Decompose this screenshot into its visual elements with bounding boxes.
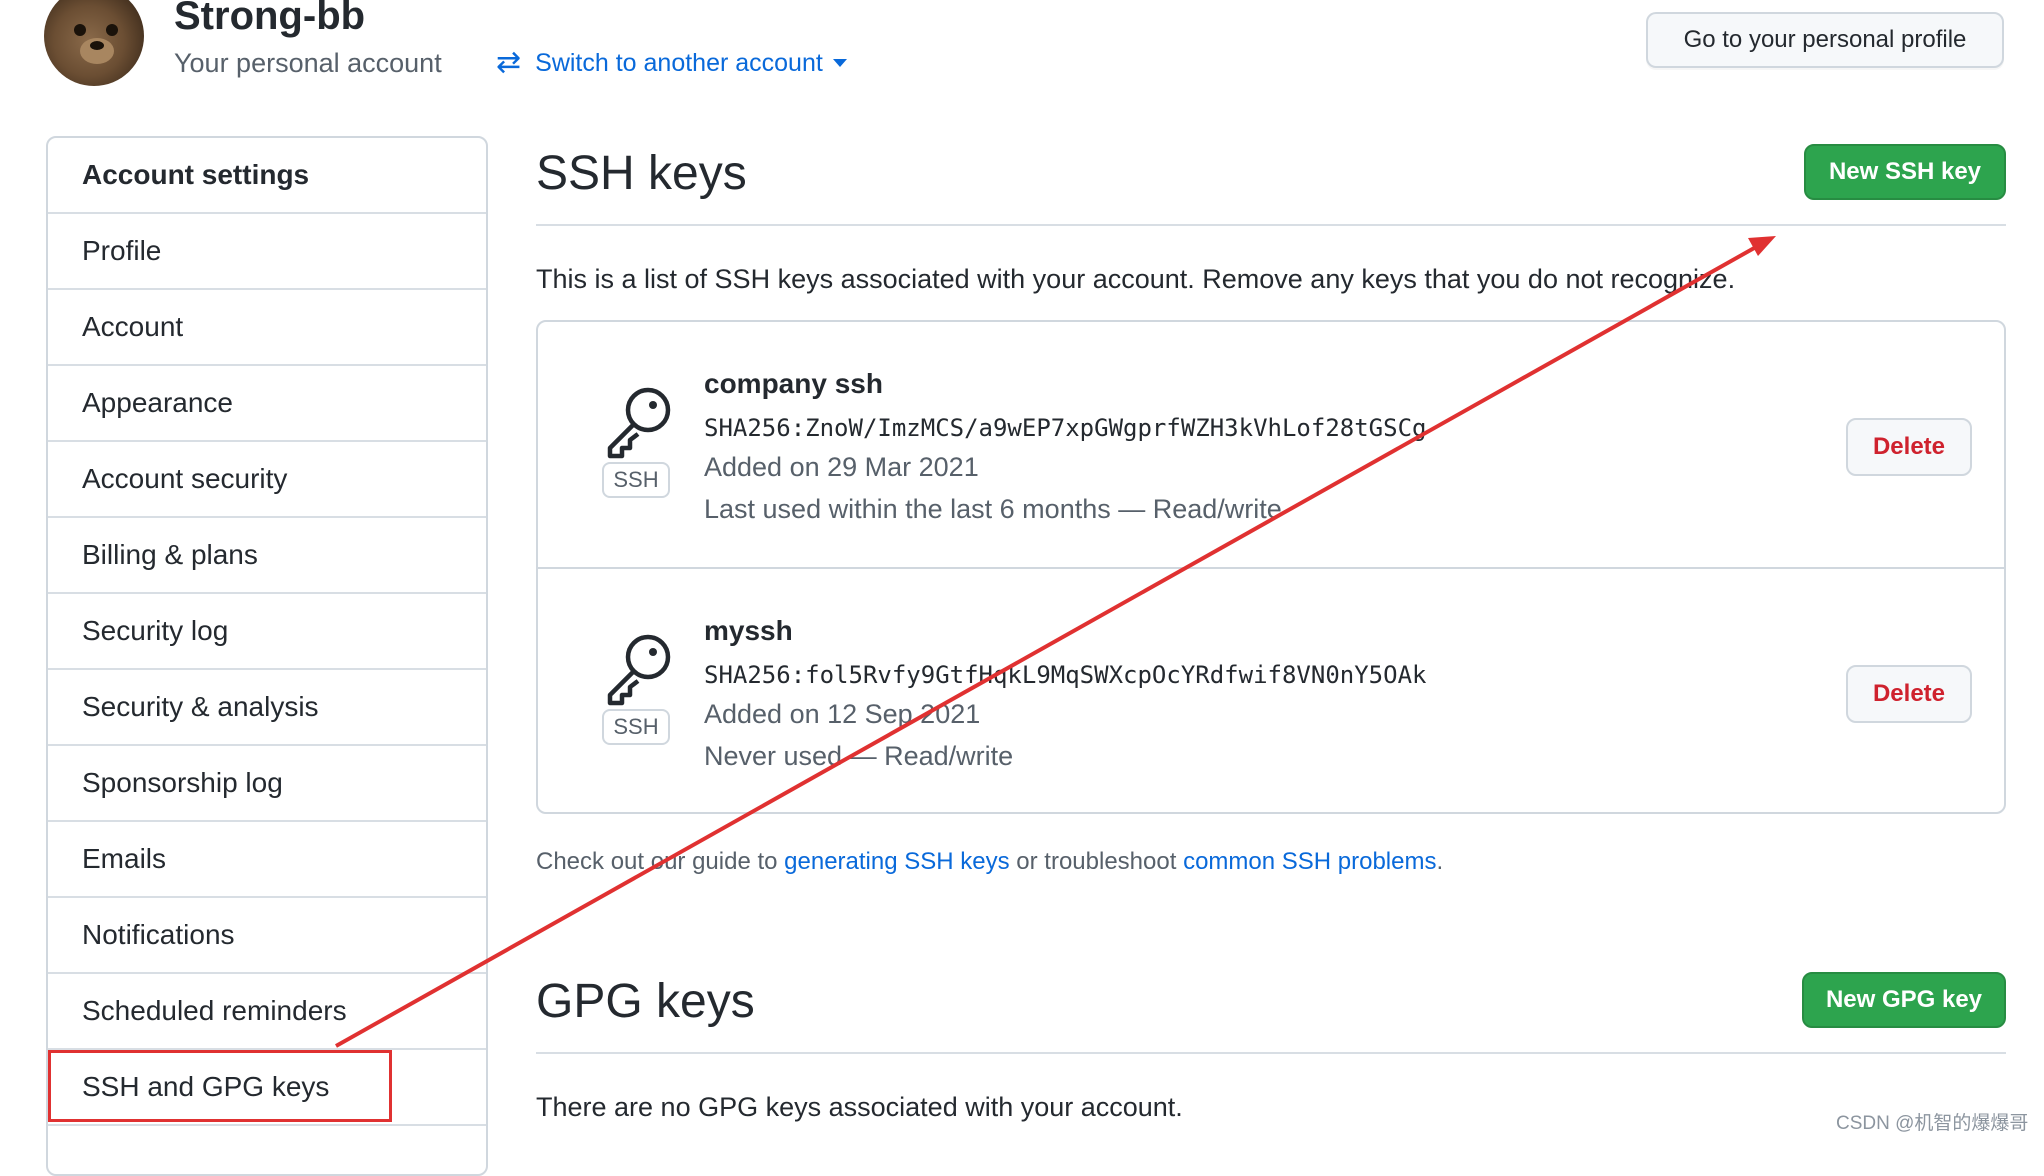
ssh-badge: SSH [602,709,670,745]
key-usage: Never used — Read/write [704,741,1014,771]
section-divider [536,224,2006,226]
new-ssh-key-button[interactable]: New SSH key [1804,144,2006,200]
guide-middle: or troubleshoot [1009,848,1184,875]
caret-down-icon [832,59,847,67]
switch-account-link[interactable]: ⇄ Switch to another account [496,48,847,78]
key-usage: Last used within the last 6 months — Rea… [704,494,1282,524]
delete-key-button[interactable]: Delete [1846,418,1972,476]
ssh-guide-text: Check out our guide to generating SSH ke… [536,848,1443,876]
key-icon [607,387,671,459]
sidebar-item-appearance[interactable]: Appearance [48,366,486,442]
key-icon [607,634,671,706]
ssh-badge: SSH [602,462,670,498]
common-ssh-problems-link[interactable]: common SSH problems [1183,848,1436,875]
key-title: company ssh [704,368,883,399]
sidebar-item-profile[interactable]: Profile [48,214,486,290]
avatar[interactable] [44,0,144,86]
sidebar-item-billing[interactable]: Billing & plans [48,518,486,594]
guide-suffix: . [1436,848,1444,875]
sidebar-heading: Account settings [48,138,486,214]
key-title: myssh [704,615,793,646]
sidebar-item-security-analysis[interactable]: Security & analysis [48,670,486,746]
settings-sidebar: Account settings Profile Account Appeara… [46,136,488,1176]
section-divider [536,1052,2006,1054]
key-fingerprint: SHA256:fol5Rvfy9GtfHqkL9MqSWXcpOcYRdfwif… [704,661,1427,689]
gpg-empty-message: There are no GPG keys associated with yo… [536,1092,1183,1122]
sidebar-item-emails[interactable]: Emails [48,822,486,898]
ssh-key-item: SSH company ssh SHA256:ZnoW/ImzMCS/a9wEP… [538,322,2004,567]
sidebar-item-account-security[interactable]: Account security [48,442,486,518]
gpg-keys-title: GPG keys [536,975,755,1028]
arrows-swap-icon: ⇄ [496,46,522,79]
switch-account-label: Switch to another account [535,48,823,77]
sidebar-item-sponsorship-log[interactable]: Sponsorship log [48,746,486,822]
ssh-key-item: SSH myssh SHA256:fol5Rvfy9GtfHqkL9MqSWXc… [538,567,2004,814]
ssh-keys-description: This is a list of SSH keys associated wi… [536,264,1736,294]
ssh-keys-title: SSH keys [536,147,747,200]
sidebar-item-account[interactable]: Account [48,290,486,366]
account-name: Strong-bb [174,0,366,38]
sidebar-item-notifications[interactable]: Notifications [48,898,486,974]
generating-ssh-keys-link[interactable]: generating SSH keys [784,848,1009,875]
personal-profile-button[interactable]: Go to your personal profile [1646,12,2004,68]
annotation-highlight-box [48,1050,392,1122]
sidebar-item-scheduled-reminders[interactable]: Scheduled reminders [48,974,486,1050]
key-added-date: Added on 12 Sep 2021 [704,699,981,729]
account-subtitle: Your personal account [174,48,442,78]
delete-key-button[interactable]: Delete [1846,665,1972,723]
new-gpg-key-button[interactable]: New GPG key [1802,972,2006,1028]
key-added-date: Added on 29 Mar 2021 [704,452,979,482]
sidebar-item-security-log[interactable]: Security log [48,594,486,670]
key-fingerprint: SHA256:ZnoW/ImzMCS/a9wEP7xpGWgprfWZH3kVh… [704,414,1427,442]
watermark: CSDN @机智的爆爆哥 [1836,1113,2029,1134]
guide-prefix: Check out our guide to [536,848,785,875]
ssh-key-list: SSH company ssh SHA256:ZnoW/ImzMCS/a9wEP… [536,320,2006,814]
